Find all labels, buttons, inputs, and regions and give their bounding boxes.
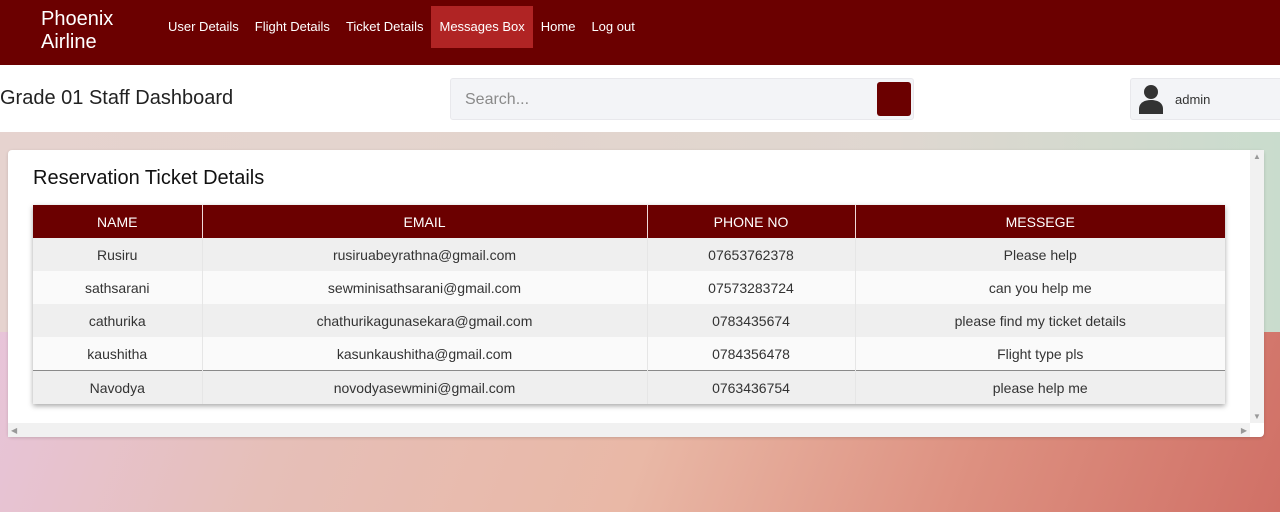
cell-message: can you help me [855,271,1225,304]
reservation-card: Reservation Ticket Details NAME EMAIL PH… [8,150,1264,437]
cell-name: kaushitha [33,337,203,371]
tickets-table: NAME EMAIL PHONE NO MESSEGE Rusiru rusir… [33,205,1225,404]
cell-message: please help me [855,370,1225,404]
column-header-message[interactable]: MESSEGE [855,205,1225,238]
column-header-phone[interactable]: PHONE NO [647,205,856,238]
brand-logo[interactable]: Phoenix Airline [41,8,113,54]
nav-logout[interactable]: Log out [583,6,642,48]
cell-name: sathsarani [33,271,203,304]
vertical-scrollbar[interactable]: ▲ ▼ [1250,150,1264,423]
cell-email: sewminisathsarani@gmail.com [202,271,648,304]
scroll-left-icon[interactable]: ◀ [11,426,17,435]
cell-name: Rusiru [33,238,203,271]
nav-home[interactable]: Home [533,6,584,48]
page-header: Grade 01 Staff Dashboard admin [0,65,1280,132]
search-bar [450,78,914,120]
cell-message: Please help [855,238,1225,271]
card-title: Reservation Ticket Details [33,167,265,189]
cell-name: cathurika [33,304,203,337]
user-name: admin [1175,92,1211,107]
cell-phone: 07653762378 [647,238,856,271]
cell-email: chathurikagunasekara@gmail.com [202,304,648,337]
cell-message: Flight type pls [855,337,1225,371]
scroll-down-icon[interactable]: ▼ [1253,412,1261,421]
nav-user-details[interactable]: User Details [160,6,247,48]
table-row[interactable]: Navodya novodyasewmini@gmail.com 0763436… [33,370,1225,404]
scroll-up-icon[interactable]: ▲ [1253,152,1261,161]
horizontal-scrollbar[interactable]: ◀ ▶ [8,423,1250,437]
table-row[interactable]: Rusiru rusiruabeyrathna@gmail.com 076537… [33,238,1225,271]
search-button[interactable] [877,82,911,116]
cell-email: kasunkaushitha@gmail.com [202,337,648,371]
search-input[interactable] [463,88,867,112]
table-row[interactable]: sathsarani sewminisathsarani@gmail.com 0… [33,271,1225,304]
nav-flight-details[interactable]: Flight Details [247,6,338,48]
top-navbar: Phoenix Airline User Details Flight Deta… [0,0,1280,65]
tickets-table-wrapper: NAME EMAIL PHONE NO MESSEGE Rusiru rusir… [33,205,1225,404]
page-title: Grade 01 Staff Dashboard [0,87,234,109]
cell-name: Navodya [33,370,203,404]
cell-email: novodyasewmini@gmail.com [202,370,648,404]
user-icon [1139,85,1163,114]
column-header-name[interactable]: NAME [33,205,203,238]
brand-line-2: Airline [41,31,97,53]
cell-phone: 0784356478 [647,337,856,371]
column-header-email[interactable]: EMAIL [202,205,648,238]
table-row[interactable]: cathurika chathurikagunasekara@gmail.com… [33,304,1225,337]
user-profile[interactable]: admin [1130,78,1280,120]
nav-links: User Details Flight Details Ticket Detai… [160,6,643,48]
scroll-right-icon[interactable]: ▶ [1241,426,1247,435]
brand-line-1: Phoenix [41,8,114,30]
cell-phone: 0763436754 [647,370,856,404]
nav-messages-box[interactable]: Messages Box [431,6,533,48]
cell-message: please find my ticket details [855,304,1225,337]
cell-phone: 07573283724 [647,271,856,304]
table-header-row: NAME EMAIL PHONE NO MESSEGE [33,205,1225,238]
cell-phone: 0783435674 [647,304,856,337]
nav-ticket-details[interactable]: Ticket Details [338,6,432,48]
table-row[interactable]: kaushitha kasunkaushitha@gmail.com 07843… [33,337,1225,371]
cell-email: rusiruabeyrathna@gmail.com [202,238,648,271]
